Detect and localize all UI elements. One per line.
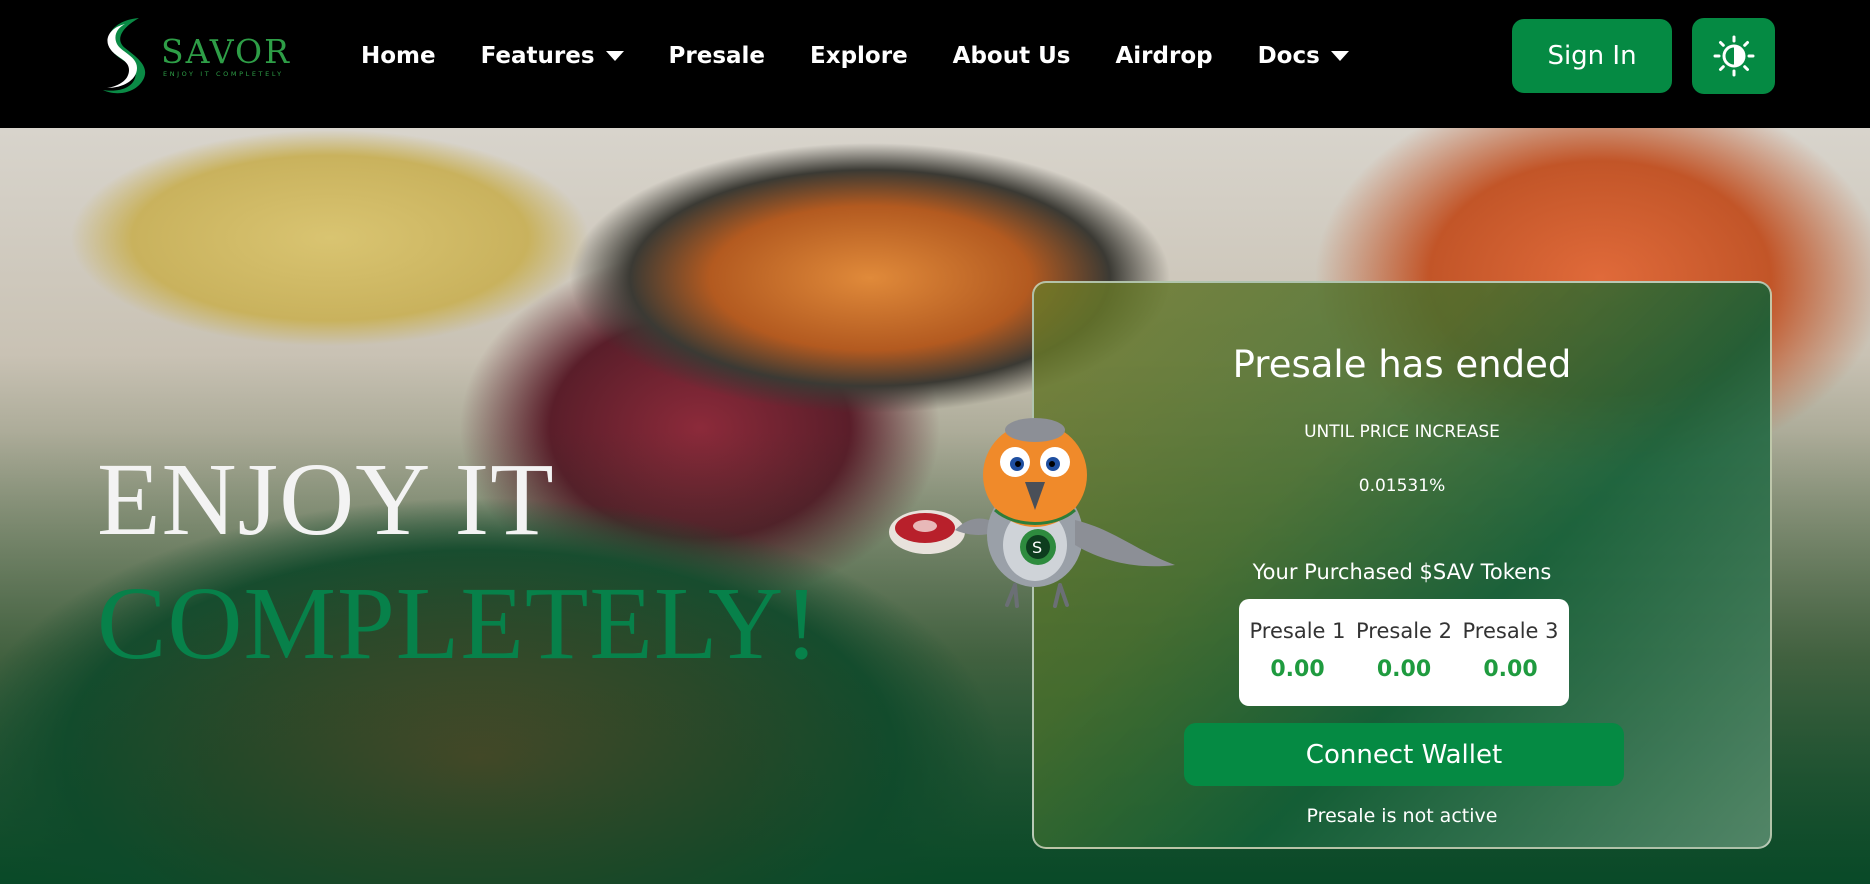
stage-label: Presale 1 [1249, 619, 1346, 643]
chevron-down-icon [605, 51, 624, 61]
nav-item-label: Home [361, 43, 436, 69]
nav-item-home[interactable]: Home [361, 43, 436, 69]
nav-item-label: Features [480, 43, 595, 69]
stage-label: Presale 3 [1462, 619, 1559, 643]
headline-line-1: ENJOY IT [97, 442, 555, 557]
nav-item-label: Explore [810, 43, 908, 69]
presale-stage-3: Presale 3 0.00 [1463, 599, 1559, 682]
presale-stage-1: Presale 1 0.00 [1250, 599, 1346, 682]
presale-stage-2: Presale 2 0.00 [1356, 599, 1452, 682]
brand-name: SAVOR [161, 32, 291, 71]
savor-s-logo-icon [103, 18, 146, 94]
svg-text:S: S [1032, 538, 1042, 557]
presale-title: Presale has ended [1232, 343, 1572, 386]
nav-item-label: Docs [1257, 43, 1320, 69]
top-navbar: SAVOR ENJOY IT COMPLETELY Home Features … [0, 0, 1870, 128]
hero-headline: ENJOY IT COMPLETELY! [97, 448, 820, 676]
bird-mascot-image: S [885, 410, 1185, 614]
stage-value: 0.00 [1376, 657, 1432, 682]
stage-label: Presale 2 [1356, 619, 1452, 643]
sun-icon [1713, 35, 1754, 77]
brand-tagline: ENJOY IT COMPLETELY [163, 70, 284, 78]
purchased-tokens-box: Presale 1 0.00 Presale 2 0.00 Presale 3 … [1239, 599, 1569, 706]
nav-item-airdrop[interactable]: Airdrop [1115, 43, 1212, 69]
bird-mascot-illustration: S [889, 418, 1175, 608]
theme-toggle-button[interactable] [1692, 18, 1775, 94]
savor-logo[interactable]: SAVOR ENJOY IT COMPLETELY [95, 14, 289, 104]
headline-line-2: COMPLETELY! [97, 566, 820, 681]
nav-item-presale[interactable]: Presale [669, 43, 766, 69]
connect-wallet-button[interactable]: Connect Wallet [1184, 723, 1624, 786]
nav-item-features[interactable]: Features [481, 43, 624, 69]
nav-item-explore[interactable]: Explore [810, 43, 908, 69]
sign-in-button[interactable]: Sign In [1512, 19, 1672, 93]
nav-item-label: Presale [668, 43, 766, 69]
main-menu: Home Features Presale Explore About Us A… [361, 0, 1394, 112]
presale-status: Presale is not active [1306, 805, 1498, 827]
stage-value: 0.00 [1483, 657, 1538, 682]
stage-value: 0.00 [1270, 657, 1325, 682]
chevron-down-icon [1330, 51, 1349, 61]
nav-item-label: About Us [952, 43, 1071, 69]
nav-item-docs[interactable]: Docs [1258, 43, 1349, 69]
nav-item-about-us[interactable]: About Us [953, 43, 1071, 69]
nav-item-label: Airdrop [1115, 43, 1213, 69]
